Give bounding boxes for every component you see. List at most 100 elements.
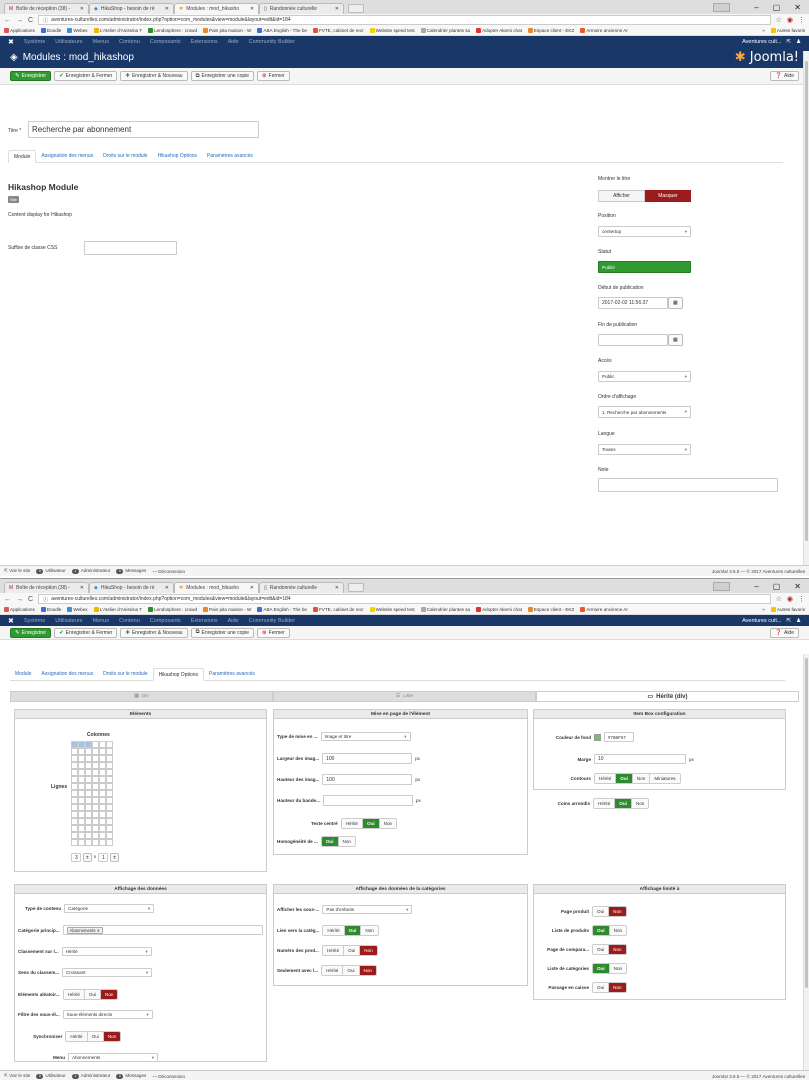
option-no[interactable]: Non bbox=[361, 926, 378, 935]
grid-cell[interactable] bbox=[71, 755, 78, 762]
grid-cell[interactable] bbox=[92, 769, 99, 776]
menu-help[interactable]: Aide bbox=[228, 618, 239, 624]
minimize-icon[interactable]: – bbox=[754, 3, 758, 12]
layout-inherited[interactable]: ▭ Hérité (div) bbox=[536, 691, 799, 702]
bookmark-item[interactable]: Doodle bbox=[40, 28, 61, 34]
publish-start-input[interactable]: 2017-02-02 11:56:37 bbox=[598, 297, 668, 309]
access-select[interactable]: Public bbox=[598, 371, 691, 382]
grid-cell[interactable] bbox=[85, 825, 92, 832]
columns-input[interactable]: 1 bbox=[98, 853, 109, 862]
option-no[interactable]: Non bbox=[379, 819, 397, 828]
grid-cell[interactable] bbox=[106, 811, 113, 818]
scrollbar[interactable] bbox=[803, 654, 809, 1070]
grid-cell[interactable] bbox=[99, 748, 106, 755]
grid-cell[interactable] bbox=[85, 755, 92, 762]
bookmark-item[interactable]: Website speed test bbox=[369, 607, 415, 613]
title-input[interactable]: Recherche par abonnement bbox=[28, 121, 259, 138]
color-swatch[interactable] bbox=[594, 733, 601, 741]
css-suffix-input[interactable] bbox=[84, 241, 177, 255]
bookmark-item[interactable]: ABA English - The be bbox=[257, 28, 307, 34]
extension-icon[interactable]: ◉ bbox=[787, 16, 793, 24]
bookmark-item[interactable]: ABA English - The be bbox=[257, 607, 307, 613]
bookmark-item[interactable]: L'Atelier d'Anissina T bbox=[93, 607, 142, 613]
option-no[interactable]: Non bbox=[609, 907, 626, 916]
bg-color-input[interactable]: #76BF67 bbox=[604, 732, 634, 742]
star-icon[interactable]: ☆ bbox=[776, 16, 782, 24]
browser-tab-hikashop[interactable]: ◆ HikaShop - besoin de ré ✕ bbox=[89, 582, 174, 593]
show-subcategories-select[interactable]: Pas d'enfants bbox=[322, 905, 413, 914]
grid-cell[interactable] bbox=[78, 769, 85, 776]
scrollbar-thumb[interactable] bbox=[805, 658, 808, 988]
close-icon[interactable]: ✕ bbox=[250, 585, 254, 591]
grid-cell[interactable] bbox=[85, 790, 92, 797]
close-icon[interactable]: ✕ bbox=[335, 6, 339, 12]
grid-cell[interactable] bbox=[106, 741, 113, 748]
browser-tab-randonnee[interactable]: ▯ Randonnée culturelle ✕ bbox=[259, 582, 344, 593]
option-no[interactable]: Non bbox=[609, 926, 627, 935]
bookmark-item[interactable]: Armoire ancienne Ar bbox=[580, 28, 628, 34]
grid-cell[interactable] bbox=[92, 762, 99, 769]
grid-cell[interactable] bbox=[92, 825, 99, 832]
browser-tab-gmail[interactable]: M Boîte de réception (38) - ✕ bbox=[4, 3, 89, 14]
grid-cell[interactable] bbox=[71, 832, 78, 839]
tab-permissions[interactable]: Droits sur le module bbox=[98, 667, 152, 680]
order-select[interactable]: 1. Recherche par abonnements bbox=[598, 406, 691, 418]
option-inherited[interactable]: Hérité bbox=[341, 819, 363, 828]
grid-cell[interactable] bbox=[92, 783, 99, 790]
menu-components[interactable]: Composants bbox=[150, 39, 181, 45]
browser-tab-randonnee[interactable]: ▯ Randonnée culturelle ✕ bbox=[259, 3, 344, 14]
position-select[interactable]: centertop bbox=[598, 226, 691, 237]
other-bookmarks[interactable]: Autres favoris bbox=[770, 607, 805, 613]
grid-cell[interactable] bbox=[85, 832, 92, 839]
grid-cell[interactable] bbox=[78, 825, 85, 832]
close-icon[interactable]: ✕ bbox=[250, 6, 254, 12]
grid-cell[interactable] bbox=[71, 818, 78, 825]
grid-cell[interactable] bbox=[106, 818, 113, 825]
option-no[interactable]: Non bbox=[101, 990, 118, 999]
other-bookmarks[interactable]: Autres favoris bbox=[770, 28, 805, 34]
more-bookmarks[interactable]: » bbox=[762, 607, 765, 612]
columns-stepper[interactable]: ± bbox=[110, 853, 119, 862]
extension-icon[interactable]: ◉ bbox=[787, 595, 793, 603]
grid-cell[interactable] bbox=[92, 776, 99, 783]
menu-menus[interactable]: Menus bbox=[92, 39, 109, 45]
option-inherited[interactable]: Hérité bbox=[66, 1032, 88, 1041]
grid-cell[interactable] bbox=[71, 741, 78, 748]
grid-cell[interactable] bbox=[85, 776, 92, 783]
reload-icon[interactable]: C bbox=[28, 596, 33, 603]
more-bookmarks[interactable]: » bbox=[762, 28, 765, 33]
new-tab-button[interactable] bbox=[348, 583, 364, 592]
option-yes[interactable]: Oui bbox=[321, 837, 339, 846]
grid-cell[interactable] bbox=[85, 783, 92, 790]
option-yes[interactable]: Oui bbox=[593, 964, 610, 973]
option-inherited[interactable]: Hérité bbox=[322, 966, 344, 975]
bookmark-item[interactable]: Armoire ancienne Ar bbox=[580, 607, 628, 613]
grid-cell[interactable] bbox=[71, 762, 78, 769]
grid-cell[interactable] bbox=[92, 797, 99, 804]
bookmark-item[interactable]: Lendosphere : crowd bbox=[148, 607, 197, 613]
close-icon[interactable]: ✕ bbox=[335, 585, 339, 591]
status-select[interactable]: Publié bbox=[598, 261, 691, 273]
option-yes[interactable]: Oui bbox=[344, 946, 361, 955]
grid-cell[interactable] bbox=[99, 804, 106, 811]
grid-cell[interactable] bbox=[99, 755, 106, 762]
grid-cell[interactable] bbox=[106, 790, 113, 797]
grid-cell[interactable] bbox=[106, 804, 113, 811]
menu-system[interactable]: Système bbox=[24, 39, 45, 45]
bookmark-item[interactable]: Applications bbox=[4, 28, 35, 34]
main-category-input[interactable]: Abonnements ✕ bbox=[62, 925, 263, 935]
close-icon[interactable]: ✕ bbox=[80, 6, 84, 12]
close-button[interactable]: ⊗ Fermer bbox=[257, 71, 290, 81]
grid-cell[interactable] bbox=[99, 825, 106, 832]
close-icon[interactable]: ✕ bbox=[165, 6, 169, 12]
grid-cell[interactable] bbox=[85, 804, 92, 811]
bookmark-item[interactable]: Espace client - EKZ bbox=[527, 28, 574, 34]
grid-cell[interactable] bbox=[78, 748, 85, 755]
grid-cell[interactable] bbox=[71, 797, 78, 804]
grid-cell[interactable] bbox=[99, 832, 106, 839]
language-select[interactable]: Toutes bbox=[598, 444, 691, 455]
back-icon[interactable]: ← bbox=[4, 17, 11, 24]
category-tag[interactable]: Abonnements ✕ bbox=[66, 926, 104, 934]
scrollbar[interactable] bbox=[803, 51, 809, 565]
grid-cell[interactable] bbox=[99, 839, 106, 846]
